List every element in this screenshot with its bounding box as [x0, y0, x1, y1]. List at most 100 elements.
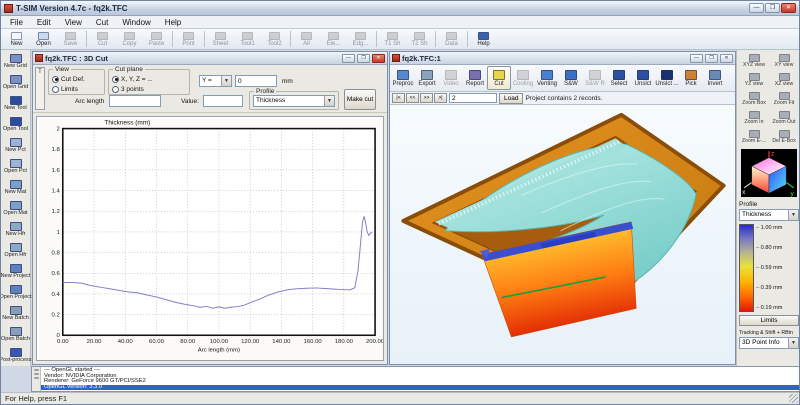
menu-file[interactable]: File [3, 16, 30, 29]
rail-new-project[interactable]: New Project [1, 261, 30, 282]
toolbar-button-label: Save [63, 40, 78, 47]
chevron-down-icon[interactable]: ▼ [324, 96, 334, 106]
log-toolbar-grip[interactable] [32, 367, 41, 391]
unslct-button[interactable]: Unslct [631, 66, 655, 90]
cut-maximize-button[interactable]: ❐ [357, 53, 370, 63]
rail-new-pct[interactable]: New Pct [1, 135, 30, 156]
rail-new-grid[interactable]: New Grid [1, 51, 30, 72]
orientation-cube[interactable]: z x y [741, 149, 797, 197]
radio-3points[interactable]: 3 points [112, 84, 186, 94]
xz-view-button[interactable]: XZ view [769, 71, 799, 90]
load-button[interactable]: Load [499, 92, 524, 104]
record-nav-0[interactable]: |< [392, 93, 405, 103]
invert-button[interactable]: Invert [703, 66, 727, 90]
view-minimize-button[interactable]: — [690, 53, 703, 63]
zoom-e-button[interactable]: Zoom E-... [739, 128, 769, 147]
radio-icon[interactable] [112, 75, 119, 83]
log-line[interactable]: OpenGL version: 3.3.0 [41, 384, 799, 390]
toolbar-button-label: T2 Sh [411, 40, 428, 47]
new-button[interactable]: New [3, 30, 30, 48]
pick-button[interactable]: Pick [679, 66, 703, 90]
rail-open-project[interactable]: Open Project [1, 282, 32, 303]
radio-icon[interactable] [112, 85, 119, 93]
del-e-box-button[interactable]: Del E-Box [769, 128, 799, 147]
radio-xyz[interactable]: X, Y, Z = ... [112, 74, 186, 84]
axis-select[interactable]: Y = ▼ [199, 75, 232, 87]
menu-help[interactable]: Help [158, 16, 188, 29]
rail-open-grid[interactable]: Open Grid [1, 72, 30, 93]
record-nav-3[interactable]: >| [434, 93, 447, 103]
zoom-fit-button[interactable]: Zoom Fit [769, 90, 799, 109]
rail-open-mat[interactable]: Open Mat [1, 198, 30, 219]
view-toolbar: Preproc Export Video Report Cut Cooling Ventin… [390, 65, 735, 92]
resize-grip-icon[interactable] [789, 394, 798, 403]
model-3d[interactable] [390, 105, 735, 364]
view-maximize-button[interactable]: ❐ [705, 53, 718, 63]
radio-limits[interactable]: Limits [52, 84, 101, 94]
rail-button-label: Open Pct [4, 167, 27, 174]
toolbar-separator [86, 31, 87, 47]
rail-open-hfr[interactable]: Open Hfr [1, 240, 30, 261]
record-nav-2[interactable]: >> [420, 93, 433, 103]
cut-close-button[interactable]: ✕ [372, 53, 385, 63]
help-button[interactable]: Help [470, 30, 497, 48]
cut-side-tab[interactable]: T [35, 67, 45, 110]
rail-open-pct[interactable]: Open Pct [1, 156, 30, 177]
radio-cut-def[interactable]: Cut Def. [52, 74, 101, 84]
rail-new-hfr[interactable]: New Hfr [1, 219, 30, 240]
report-button[interactable]: Report [463, 66, 487, 90]
cut-minimize-button[interactable]: — [342, 53, 355, 63]
preproc-button[interactable]: Preproc [391, 66, 415, 90]
rail-new-batch[interactable]: New Batch [1, 303, 30, 324]
make-cut-button[interactable]: Make cut [344, 89, 376, 110]
xy-view-button[interactable]: XY view [769, 52, 799, 71]
s-w-button[interactable]: S&W [559, 66, 583, 90]
maximize-button[interactable]: ❐ [765, 3, 780, 13]
radio-icon[interactable] [52, 75, 59, 83]
chevron-down-icon[interactable]: ▼ [221, 76, 231, 86]
axis-x-label: x [742, 189, 746, 196]
minimize-button[interactable]: — [749, 3, 764, 13]
close-button[interactable]: ✕ [781, 3, 796, 13]
rail-open-batch[interactable]: Open Batch [1, 324, 30, 345]
record-nav-1[interactable]: << [406, 93, 419, 103]
zoom-out-button[interactable]: Zoom Out [769, 109, 799, 128]
view-window-titlebar[interactable]: fq2k.TFC:1 — ❐ ✕ [390, 52, 735, 65]
titlebar[interactable]: T-SIM Version 4.7c - fq2k.TFC — ❐ ✕ [1, 1, 799, 16]
unslct-button[interactable]: Unslct ... [655, 66, 679, 90]
record-number-input[interactable] [449, 93, 497, 103]
menu-cut[interactable]: Cut [89, 16, 115, 29]
tracking-select[interactable]: 3D Point Info ▼ [739, 337, 799, 349]
chevron-down-icon[interactable]: ▼ [788, 338, 798, 348]
log-lines[interactable]: --- OpenGL started --- Vendor: NVIDIA Cor… [41, 367, 799, 391]
cut-window-titlebar[interactable]: fq2k.TFC : 3D Cut — ❐ ✕ [33, 52, 387, 65]
limits-button[interactable]: Limits [739, 315, 799, 326]
venting-button[interactable]: Venting [535, 66, 559, 90]
export-button[interactable]: Export [415, 66, 439, 90]
select-button[interactable]: Select [607, 66, 631, 90]
chevron-down-icon[interactable]: ▼ [788, 210, 798, 220]
zoom-box-button[interactable]: Zoom Box [739, 90, 769, 109]
profile-select[interactable]: Thickness ▼ [253, 95, 335, 107]
menu-edit[interactable]: Edit [30, 16, 58, 29]
menu-view[interactable]: View [58, 16, 89, 29]
view-toolbar-label: Unslct [634, 80, 652, 87]
rail-new-mat[interactable]: New Mat [1, 177, 30, 198]
arc-length-input[interactable] [109, 95, 161, 107]
xyz-view-button[interactable]: XYZ view [739, 52, 769, 71]
profile-groupbox: Profile Thickness ▼ [249, 88, 339, 110]
rail-new-tool[interactable]: New Tool [1, 93, 30, 114]
radio-icon[interactable] [52, 85, 59, 93]
view-close-button[interactable]: ✕ [720, 53, 733, 63]
menu-window[interactable]: Window [115, 16, 157, 29]
rail-profile-select[interactable]: Thickness ▼ [739, 209, 799, 221]
value-input[interactable] [203, 95, 243, 107]
axis-value-input[interactable] [235, 75, 277, 87]
rail-open-tool[interactable]: Open Tool [1, 114, 30, 135]
rail-post-process[interactable]: Post-process [1, 345, 32, 366]
open-button[interactable]: Open [30, 30, 57, 48]
zoom-in-button[interactable]: Zoom In [739, 109, 769, 128]
viewport-3d[interactable] [390, 105, 735, 365]
cut-button[interactable]: Cut [487, 66, 511, 90]
yz-view-button[interactable]: YZ view [739, 71, 769, 90]
